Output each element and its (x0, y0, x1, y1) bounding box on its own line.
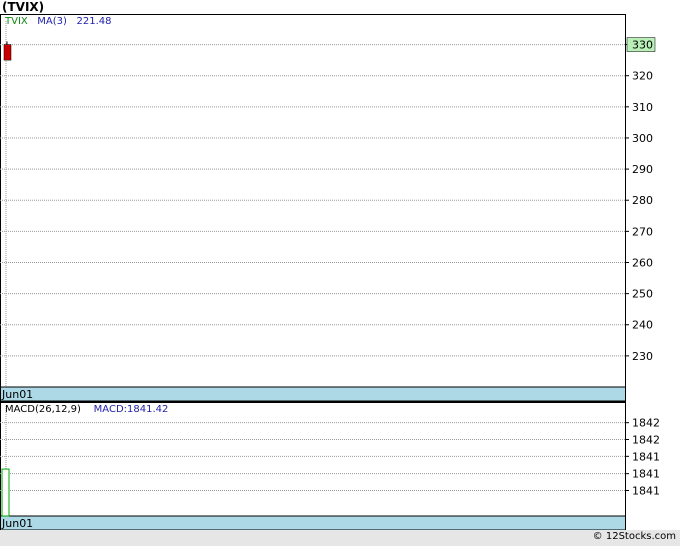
y-tick-label: 270 (632, 225, 653, 238)
price-panel: 230240250260270280290300310320330Jun0133… (0, 14, 680, 402)
y-tick-label: 230 (632, 350, 653, 363)
y-tick-label: 300 (632, 132, 653, 145)
legend-ma-value: 221.48 (76, 16, 112, 27)
y-tick-label: 280 (632, 194, 653, 207)
y-tick-label: 1841 (632, 485, 660, 498)
plot-frame (0, 402, 626, 530)
plot-frame (0, 14, 626, 402)
y-tick-label: 310 (632, 101, 653, 114)
macd-chart-svg: 1841 1841 1841 1842 1842 Jun01 (0, 402, 660, 530)
date-band (0, 386, 626, 402)
macd-panel: 1841 1841 1841 1842 1842 Jun01 MACD(26,12,9) … (0, 402, 680, 530)
footer-bar (0, 530, 680, 546)
y-tick-label: 1842 (632, 434, 660, 447)
y-tick-label: 240 (632, 319, 653, 332)
y-tick-label: 250 (632, 288, 653, 301)
price-chart-svg: 230240250260270280290300310320330Jun0133… (0, 14, 656, 402)
watermark: © 12Stocks.com (592, 531, 676, 542)
candle-body (3, 44, 12, 61)
y-tick-label: 1842 (632, 417, 660, 430)
macd-bar (1, 468, 10, 517)
y-tick-label: 1841 (632, 450, 660, 463)
price-legend: TVIX MA(3) 221.48 (5, 16, 111, 27)
chart-title: (TVIX) (2, 0, 45, 14)
date-band (0, 515, 626, 530)
legend-ma-label: MA(3) (37, 16, 67, 27)
y-tick-label: 260 (632, 256, 653, 269)
y-tick-label: 1841 (632, 468, 660, 481)
y-tick-label: 320 (632, 70, 653, 83)
x-tick-label: Jun01 (1, 388, 33, 401)
legend-symbol: TVIX (5, 16, 28, 27)
x-tick-label: Jun01 (1, 517, 33, 530)
macd-value-label: MACD:1841.42 (93, 404, 169, 415)
macd-legend: MACD(26,12,9) MACD:1841.42 (5, 404, 168, 415)
y-tick-label: 290 (632, 163, 653, 176)
current-price-label: 330 (632, 39, 653, 52)
macd-label: MACD(26,12,9) (5, 404, 81, 415)
